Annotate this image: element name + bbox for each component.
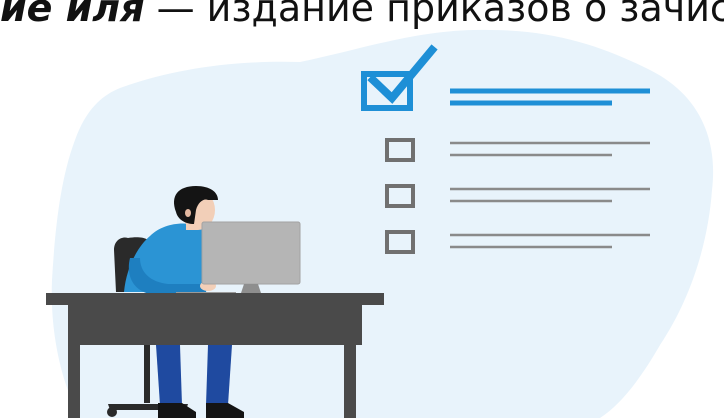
chair-post — [144, 345, 150, 403]
desk-top — [46, 293, 384, 305]
person-leg-right — [206, 345, 232, 405]
desk-leg-left — [68, 345, 80, 418]
person-ear — [185, 209, 191, 217]
desk-apron — [68, 305, 362, 345]
chair-wheel — [107, 407, 117, 417]
monitor-screen — [202, 222, 300, 284]
checklist-illustration — [46, 29, 714, 418]
desk-leg-right — [344, 345, 356, 418]
person-leg-left — [156, 345, 182, 405]
illustration-stage: ие иля — издание приказов о зачис — [0, 0, 724, 418]
